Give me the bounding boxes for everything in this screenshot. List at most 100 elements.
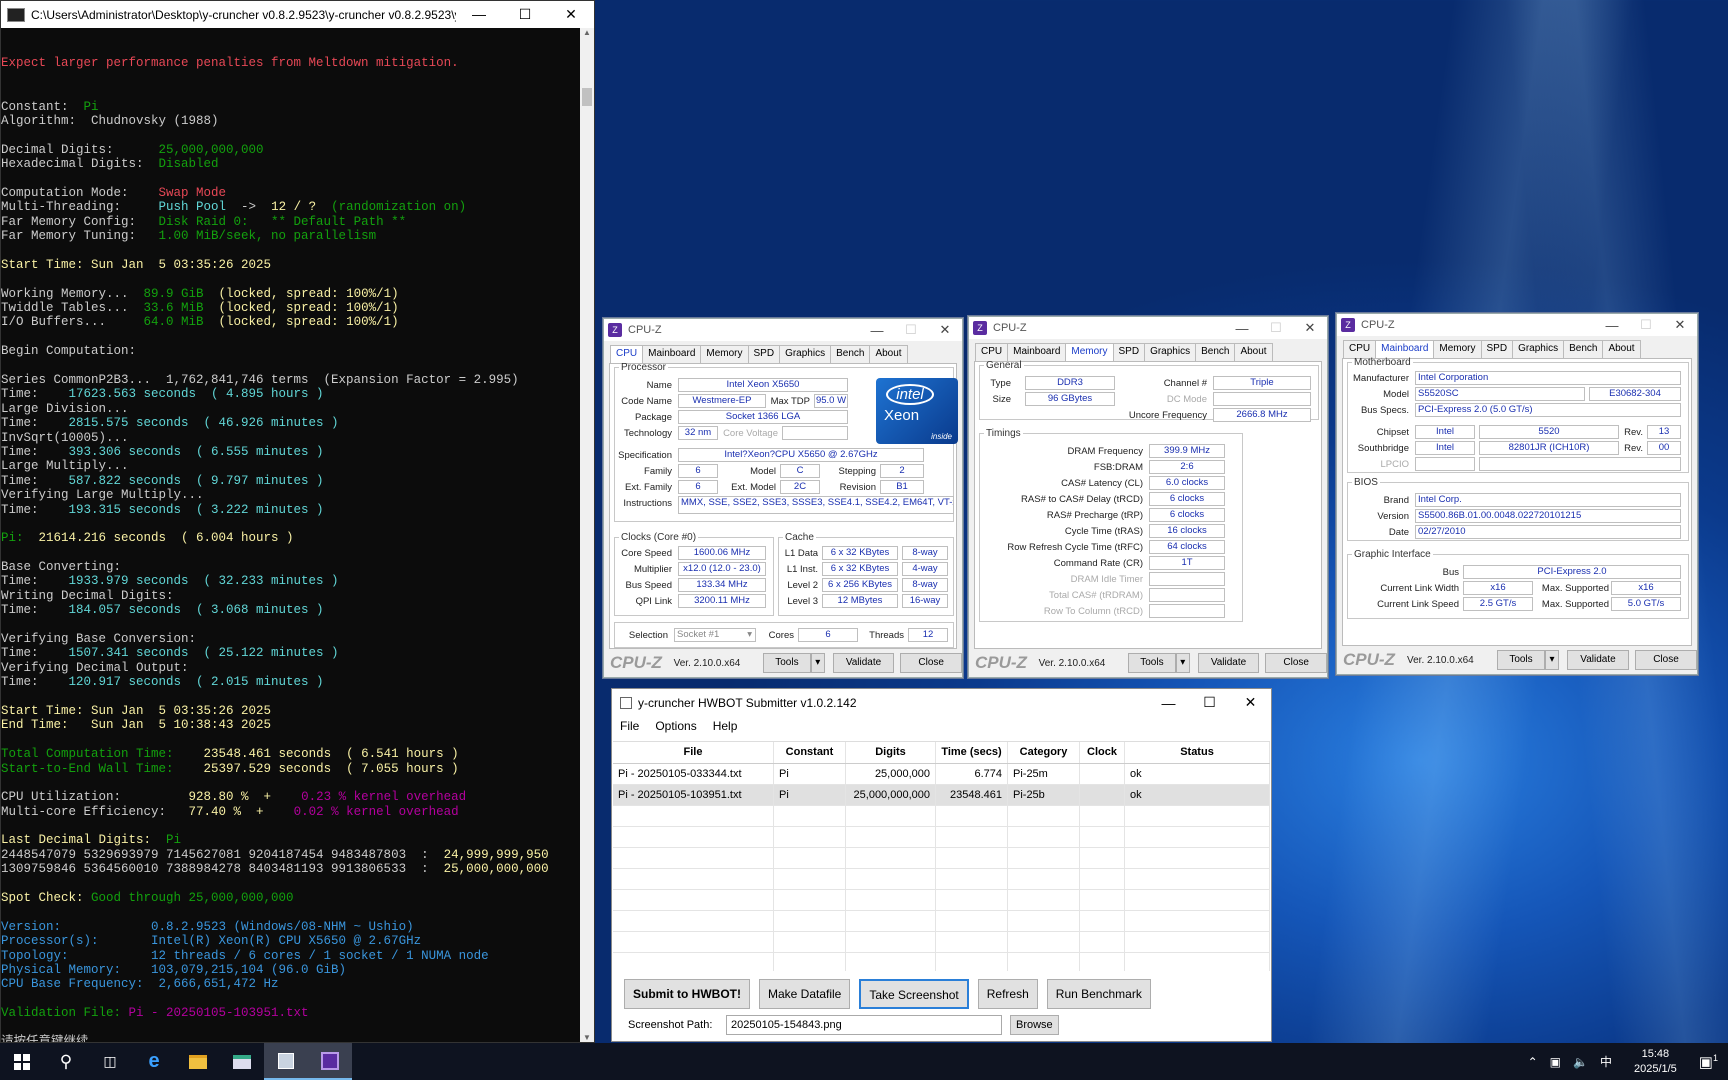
scroll-down-arrow[interactable]: ▼ (580, 1033, 594, 1042)
close-dialog-button[interactable]: Close (1635, 650, 1697, 670)
tab-about[interactable]: About (869, 345, 908, 363)
run-benchmark-button[interactable]: Run Benchmark (1046, 979, 1151, 1009)
tools-dropdown-button[interactable]: ▾ (810, 653, 825, 673)
volume-icon[interactable]: 🔈 (1573, 1055, 1588, 1069)
notification-button[interactable]: ▣1 (1699, 1053, 1718, 1071)
ime-indicator[interactable]: 中 (1600, 1053, 1612, 1070)
minimize-button[interactable]: — (456, 1, 502, 28)
menu-help[interactable]: Help (705, 719, 746, 733)
table-cell (846, 869, 936, 889)
tab-graphics[interactable]: Graphics (1512, 340, 1565, 358)
tools-dropdown-button[interactable]: ▾ (1545, 650, 1559, 670)
close-button[interactable]: ✕ (1230, 694, 1271, 711)
column-header[interactable]: Clock (1080, 742, 1125, 763)
taskbar-explorer[interactable] (176, 1043, 220, 1080)
validate-button[interactable]: Validate (1567, 650, 1629, 670)
console-line: Time: 1507.341 seconds ( 25.122 minutes … (1, 646, 580, 660)
console-text: Large Division... (1, 401, 129, 416)
tab-spd[interactable]: SPD (1112, 343, 1146, 361)
table-row[interactable]: Pi - 20250105-033344.txt Pi 25,000,000 6.77… (613, 764, 1270, 785)
console-titlebar[interactable]: C:\Users\Administrator\Desktop\y-crunche… (1, 1, 594, 28)
taskbar-submitter[interactable] (264, 1043, 308, 1080)
close-dialog-button[interactable]: Close (1265, 653, 1327, 673)
column-header[interactable]: File (613, 742, 774, 763)
task-view-button[interactable]: ◫ (88, 1043, 132, 1080)
chevron-up-icon[interactable]: ⌃ (1528, 1055, 1538, 1069)
table-cell: ok (1125, 785, 1270, 805)
column-header[interactable]: Constant (774, 742, 846, 763)
maximize-button[interactable]: ☐ (1629, 317, 1663, 333)
tab-about[interactable]: About (1234, 343, 1273, 361)
tools-button[interactable]: Tools (763, 653, 811, 673)
cpuz-titlebar[interactable]: Z CPU-Z — ☐ ✕ (1337, 314, 1697, 336)
tab-graphics[interactable]: Graphics (779, 345, 832, 363)
close-button[interactable]: ✕ (548, 1, 594, 28)
console-scrollbar[interactable]: ▲ ▼ (580, 28, 594, 1042)
cpuz-titlebar[interactable]: Z CPU-Z — ☐ ✕ (969, 317, 1327, 339)
network-icon[interactable]: ▣ (1550, 1055, 1561, 1069)
clock[interactable]: 15:48 2025/1/5 (1628, 1047, 1683, 1077)
folder-icon (189, 1054, 207, 1069)
minimize-button[interactable]: — (1595, 318, 1629, 333)
tab-mainboard[interactable]: Mainboard (1007, 343, 1067, 361)
tab-bench[interactable]: Bench (1195, 343, 1236, 361)
close-dialog-button[interactable]: Close (900, 653, 962, 673)
column-header[interactable]: Digits (846, 742, 936, 763)
search-button[interactable]: ⚲ (44, 1043, 88, 1080)
tab-mainboard[interactable]: Mainboard (642, 345, 702, 363)
maximize-button[interactable]: ☐ (1259, 320, 1293, 336)
scroll-thumb[interactable] (582, 88, 592, 106)
make-datafile-button[interactable]: Make Datafile (758, 979, 851, 1009)
console-line: Far Memory Config: Disk Raid 0: ** Defau… (1, 215, 580, 229)
validate-button[interactable]: Validate (1197, 653, 1260, 673)
take-screenshot-button[interactable]: Take Screenshot (859, 979, 969, 1009)
screenshot-path-input[interactable] (726, 1015, 1002, 1035)
tools-dropdown-button[interactable]: ▾ (1175, 653, 1190, 673)
minimize-button[interactable]: — (1225, 321, 1259, 336)
tab-bench[interactable]: Bench (830, 345, 871, 363)
close-button[interactable]: ✕ (1663, 317, 1697, 333)
start-button[interactable] (0, 1043, 44, 1080)
column-header[interactable]: Time (secs) (936, 742, 1008, 763)
tab-memory[interactable]: Memory (1433, 340, 1482, 358)
maximize-button[interactable]: ☐ (502, 1, 548, 28)
tab-bench[interactable]: Bench (1563, 340, 1604, 358)
tab-spd[interactable]: SPD (747, 345, 781, 363)
menu-file[interactable]: File (612, 719, 647, 733)
close-button[interactable]: ✕ (1293, 320, 1327, 336)
cpuz-cpu-window: Z CPU-Z — ☐ ✕ CPU Mainboard Memory SPD Graphics B… (603, 318, 963, 678)
tab-graphics[interactable]: Graphics (1144, 343, 1197, 361)
minimize-button[interactable]: — (860, 323, 894, 338)
column-header[interactable]: Category (1008, 742, 1080, 763)
tools-button[interactable]: Tools (1497, 650, 1545, 670)
validate-button[interactable]: Validate (832, 653, 895, 673)
console-line: Start Time: Sun Jan 5 03:35:26 2025 (1, 704, 580, 718)
taskbar-app[interactable] (220, 1043, 264, 1080)
taskbar-ie[interactable]: e (132, 1043, 176, 1080)
cpuz-tabs: CPU Mainboard Memory SPD Graphics Bench About (610, 345, 908, 364)
tools-button[interactable]: Tools (1128, 653, 1176, 673)
table-row[interactable]: Pi - 20250105-103951.txt Pi 25,000,000,000… (613, 785, 1270, 806)
type-value: DDR3 (1025, 376, 1115, 390)
column-header[interactable]: Status (1125, 742, 1270, 763)
close-button[interactable]: ✕ (928, 322, 962, 338)
taskbar-cpuz[interactable] (308, 1043, 352, 1080)
tab-cpu[interactable]: CPU (1343, 340, 1377, 358)
socket-select[interactable]: Socket #1 ▾ (674, 628, 756, 642)
cpuz-titlebar[interactable]: Z CPU-Z — ☐ ✕ (604, 319, 962, 341)
submit-button[interactable]: Submit to HWBOT! (624, 979, 750, 1009)
scroll-up-arrow[interactable]: ▲ (580, 28, 594, 37)
tab-cpu[interactable]: CPU (975, 343, 1009, 361)
menu-options[interactable]: Options (647, 719, 704, 733)
maximize-button[interactable]: ☐ (1189, 694, 1230, 711)
refresh-button[interactable]: Refresh (977, 979, 1038, 1009)
tab-memory[interactable]: Memory (700, 345, 749, 363)
tab-about[interactable]: About (1602, 340, 1641, 358)
console-text: 21614.216 seconds ( 6.004 hours ) (38, 531, 294, 546)
tab-spd[interactable]: SPD (1480, 340, 1514, 358)
browse-button[interactable]: Browse (1010, 1015, 1059, 1035)
submitter-titlebar[interactable]: y-cruncher HWBOT Submitter v1.0.2.142 — … (612, 689, 1271, 716)
minimize-button[interactable]: — (1148, 695, 1189, 711)
console-text: Swap Mode (158, 185, 227, 200)
maximize-button[interactable]: ☐ (894, 322, 928, 338)
